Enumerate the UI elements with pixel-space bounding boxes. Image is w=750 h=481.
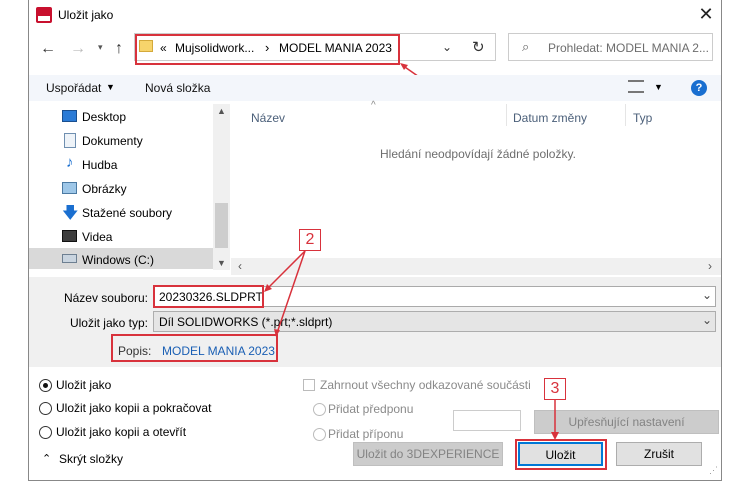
desktop-icon — [62, 110, 77, 122]
hscroll-left-icon[interactable]: ‹ — [238, 259, 242, 273]
view-options-icon[interactable] — [628, 80, 644, 93]
sidebar-item-stazene[interactable]: Stažené soubory — [82, 206, 172, 220]
highlight-address — [135, 34, 400, 65]
add-suffix-radio[interactable] — [313, 428, 326, 441]
sidebar-item-obrazky[interactable]: Obrázky — [82, 182, 127, 196]
toolbar — [29, 75, 721, 101]
search-input[interactable]: Prohledat: MODEL MANIA 2... — [548, 41, 709, 55]
pictures-icon — [62, 182, 77, 194]
sort-indicator-icon: ^ — [371, 100, 376, 111]
sidebar-scroll-thumb[interactable] — [215, 203, 228, 248]
filetype-dropdown-icon[interactable]: ⌄ — [702, 313, 712, 327]
view-dropdown-icon[interactable]: ▼ — [654, 82, 663, 92]
hide-folders-button[interactable]: Skrýt složky — [59, 452, 123, 466]
highlight-save — [515, 439, 607, 470]
new-folder-button[interactable]: Nová složka — [145, 81, 210, 95]
sidebar-item-desktop[interactable]: Desktop — [82, 110, 126, 124]
recent-dropdown-icon[interactable]: ▾ — [98, 42, 103, 53]
include-refs-checkbox[interactable] — [303, 379, 315, 391]
sidebar-item-dokumenty[interactable]: Dokumenty — [82, 134, 143, 148]
highlight-description — [111, 334, 278, 362]
column-divider — [625, 104, 626, 126]
callout-2-lines — [264, 250, 306, 337]
filetype-label: Uložit jako typ: — [69, 316, 148, 330]
window-title: Uložit jako — [58, 8, 114, 22]
drive-icon — [62, 254, 77, 263]
save-3dexperience-button[interactable]: Uložit do 3DEXPERIENCE — [353, 442, 503, 466]
resize-grip-icon[interactable]: ⋰ — [709, 465, 718, 476]
column-divider — [506, 104, 507, 126]
music-icon: ♪ — [66, 154, 74, 171]
documents-icon — [64, 133, 76, 148]
column-header-name[interactable]: Název — [251, 111, 285, 125]
sidebar-scroll-up-icon[interactable]: ▲ — [217, 106, 226, 116]
filename-label: Název souboru: — [63, 291, 148, 305]
refresh-icon[interactable]: ↻ — [472, 38, 485, 56]
empty-results-message: Hledání neodpovídají žádné položky. — [380, 147, 576, 161]
sidebar — [29, 104, 229, 270]
sidebar-scroll-down-icon[interactable]: ▼ — [217, 258, 226, 268]
save-copy-open-radio[interactable] — [39, 426, 52, 439]
cancel-button[interactable]: Zrušit — [616, 442, 702, 466]
save-copy-open-label[interactable]: Uložit jako kopii a otevřít — [56, 425, 186, 439]
callout-3: 3 — [544, 378, 566, 400]
save-copy-continue-label[interactable]: Uložit jako kopii a pokračovat — [56, 401, 211, 415]
forward-arrow-icon[interactable]: → — [70, 40, 86, 58]
save-as-radio[interactable] — [39, 379, 52, 392]
prefix-suffix-input[interactable] — [453, 410, 521, 431]
hscroll-right-icon[interactable]: › — [708, 259, 712, 273]
column-header-type[interactable]: Typ — [633, 111, 652, 125]
add-prefix-radio[interactable] — [313, 403, 326, 416]
up-arrow-icon[interactable]: ↑ — [115, 40, 123, 58]
add-prefix-label[interactable]: Přidat předponu — [328, 402, 413, 416]
organize-dropdown-icon: ▼ — [106, 82, 115, 92]
sidebar-item-windows-c[interactable]: Windows (C:) — [82, 253, 154, 267]
videos-icon — [62, 230, 77, 242]
downloads-icon: 🡇 — [62, 205, 79, 222]
save-as-label[interactable]: Uložit jako — [56, 378, 111, 392]
close-icon[interactable]: ✕ — [694, 4, 718, 26]
app-icon — [36, 7, 52, 23]
sidebar-item-hudba[interactable]: Hudba — [82, 158, 117, 172]
include-refs-label[interactable]: Zahrnout všechny odkazované součásti — [320, 378, 531, 392]
sidebar-item-videa[interactable]: Videa — [82, 230, 112, 244]
search-icon: ⌕ — [522, 39, 530, 54]
organize-button[interactable]: Uspořádat — [46, 81, 101, 95]
filename-dropdown-icon[interactable]: ⌄ — [702, 288, 712, 302]
callout-2: 2 — [299, 229, 321, 251]
highlight-filename — [153, 285, 264, 308]
back-arrow-icon[interactable]: ← — [40, 40, 56, 58]
address-dropdown-icon[interactable]: ⌄ — [442, 40, 452, 54]
help-icon[interactable]: ? — [691, 80, 707, 96]
callout-3-line — [551, 400, 559, 440]
column-header-date[interactable]: Datum změny — [513, 111, 587, 125]
save-copy-continue-radio[interactable] — [39, 402, 52, 415]
chevron-up-icon[interactable]: ⌃ — [42, 452, 51, 465]
add-suffix-label[interactable]: Přidat příponu — [328, 427, 403, 441]
